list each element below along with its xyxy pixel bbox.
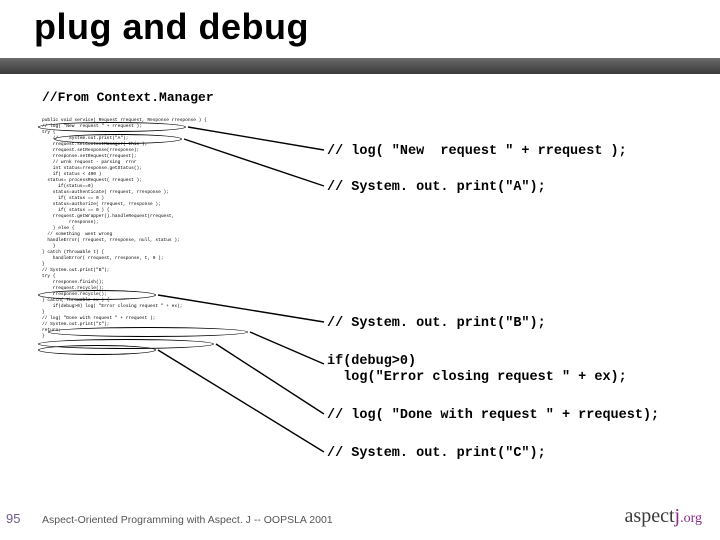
extract-log-done: // log( "Done with request " + rrequest)…	[327, 408, 659, 423]
oval-print-c	[38, 345, 156, 355]
logo-aspect: aspect	[625, 505, 675, 527]
oval-log-done	[38, 339, 214, 349]
slide: plug and debug //From Context.Manager pu…	[0, 0, 720, 540]
title-bar: plug and debug	[0, 0, 720, 74]
extract-print-c: // System. out. print("C");	[327, 446, 546, 461]
tiny-code-line: }	[42, 334, 277, 340]
logo-org: org	[684, 511, 702, 526]
source-header: //From Context.Manager	[42, 90, 700, 105]
extract-print-a: // System. out. print("A");	[327, 180, 546, 195]
extract-print-b: // System. out. print("B");	[327, 316, 546, 331]
footer: 95 Aspect-Oriented Programming with Aspe…	[0, 500, 720, 530]
extract-log-err: log("Error closing request " + ex);	[327, 370, 627, 385]
tiny-code-block: public void service( Request rrequest, R…	[42, 118, 277, 340]
page-number: 95	[6, 511, 20, 526]
slide-title: plug and debug	[34, 6, 720, 48]
footer-text: Aspect-Oriented Programming with Aspect.…	[42, 514, 333, 526]
extract-log-new: // log( "New request " + rrequest );	[327, 144, 627, 159]
content-area: //From Context.Manager public void servi…	[42, 90, 700, 490]
aspectj-logo: aspectj.org	[625, 505, 702, 528]
extract-if-debug: if(debug>0)	[327, 354, 416, 369]
